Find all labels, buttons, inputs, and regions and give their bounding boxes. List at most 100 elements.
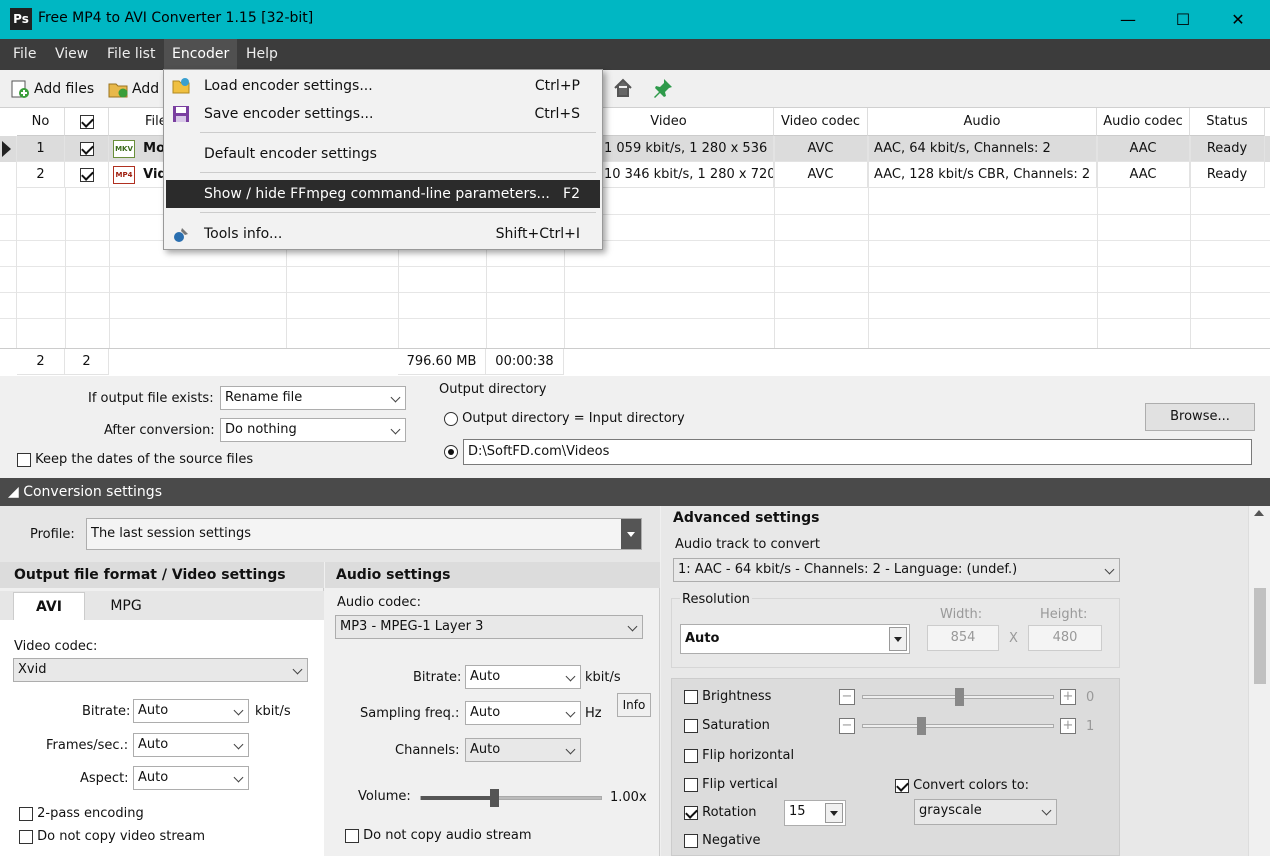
- menu-item-save-encoder-settings[interactable]: Save encoder settings... Ctrl+S: [166, 100, 600, 128]
- no-copy-video-check[interactable]: [19, 829, 33, 844]
- menu-item-show-hide-ffmpeg[interactable]: Show / hide FFmpeg command-line paramete…: [166, 180, 600, 208]
- keep-dates-checkbox[interactable]: Keep the dates of the source files: [17, 452, 253, 467]
- tab-mpg[interactable]: MPG: [90, 592, 162, 620]
- convert-colors-checkbox[interactable]: Convert colors to:: [895, 778, 1029, 793]
- maximize-button[interactable]: ☐: [1160, 0, 1206, 39]
- menu-encoder[interactable]: Encoder: [164, 39, 238, 70]
- flip-vertical-checkbox[interactable]: Flip vertical: [684, 777, 778, 792]
- tab-avi[interactable]: AVI: [13, 592, 85, 620]
- rotation-check[interactable]: [684, 805, 698, 820]
- save-icon: [172, 105, 190, 123]
- row-audio: AAC, 64 kbit/s, Channels: 2: [868, 136, 1097, 162]
- saturation-check[interactable]: [684, 718, 698, 733]
- height-input[interactable]: 480: [1028, 625, 1102, 651]
- saturation-thumb[interactable]: [917, 717, 926, 735]
- row-check[interactable]: [79, 141, 94, 156]
- audio-bitrate-select[interactable]: Auto: [465, 665, 581, 689]
- row-checkbox[interactable]: [65, 136, 109, 162]
- resolution-value: Auto: [685, 631, 720, 646]
- negative-label: Negative: [702, 833, 761, 848]
- menu-file-list[interactable]: File list: [99, 39, 163, 70]
- rotation-dropdown-button[interactable]: [825, 803, 843, 823]
- row-checkbox[interactable]: [65, 162, 109, 188]
- video-bitrate-select[interactable]: Auto: [133, 699, 249, 723]
- negative-checkbox[interactable]: Negative: [684, 833, 760, 848]
- audio-track-select[interactable]: 1: AAC - 64 kbit/s - Channels: 2 - Langu…: [673, 558, 1120, 582]
- profile-dropdown-button[interactable]: [621, 519, 641, 549]
- menu-view[interactable]: View: [47, 39, 96, 70]
- no-copy-video-checkbox[interactable]: Do not copy video stream: [19, 829, 205, 844]
- flip-vertical-check[interactable]: [684, 777, 698, 792]
- output-dir-input[interactable]: D:\SoftFD.com\Videos: [463, 439, 1252, 465]
- add-files-label: Add files: [34, 81, 95, 97]
- fps-select[interactable]: Auto: [133, 733, 249, 757]
- two-pass-checkbox[interactable]: 2-pass encoding: [19, 806, 144, 821]
- brightness-minus-button[interactable]: −: [839, 689, 855, 705]
- flip-horizontal-check[interactable]: [684, 748, 698, 763]
- saturation-plus-button[interactable]: +: [1060, 718, 1076, 734]
- close-button[interactable]: ✕: [1215, 0, 1261, 39]
- audio-codec-select[interactable]: MP3 - MPEG-1 Layer 3: [335, 615, 643, 639]
- convert-colors-select[interactable]: grayscale: [914, 799, 1057, 825]
- home-button[interactable]: [612, 77, 634, 101]
- add-folder-button[interactable]: Add: [108, 77, 159, 101]
- row-check[interactable]: [79, 167, 94, 182]
- saturation-slider[interactable]: [862, 717, 1054, 735]
- two-pass-check[interactable]: [19, 806, 33, 821]
- info-button[interactable]: Info: [617, 693, 651, 717]
- add-files-button[interactable]: Add files: [10, 77, 94, 101]
- video-codec-select[interactable]: Xvid: [13, 658, 308, 682]
- keep-dates-check[interactable]: [17, 452, 31, 467]
- rotation-checkbox[interactable]: Rotation: [684, 805, 757, 820]
- brightness-checkbox[interactable]: Brightness: [684, 689, 771, 704]
- dir-same-radio-dot[interactable]: [444, 411, 458, 426]
- menu-item-tools-info[interactable]: Tools info... Shift+Ctrl+I: [166, 220, 600, 248]
- menu-item-default-encoder-settings[interactable]: Default encoder settings: [166, 140, 600, 168]
- menu-help[interactable]: Help: [238, 39, 286, 70]
- browse-button[interactable]: Browse...: [1145, 403, 1255, 431]
- video-bitrate-value: Auto: [138, 703, 169, 718]
- volume-thumb[interactable]: [490, 789, 499, 807]
- scroll-up-icon[interactable]: [1254, 510, 1264, 516]
- minimize-button[interactable]: —: [1105, 0, 1151, 39]
- menu-item-load-encoder-settings[interactable]: Load encoder settings... Ctrl+P: [166, 72, 600, 100]
- flip-horizontal-checkbox[interactable]: Flip horizontal: [684, 748, 794, 763]
- resolution-select[interactable]: Auto: [680, 624, 910, 654]
- advanced-scrollbar[interactable]: [1248, 506, 1270, 856]
- rotation-select[interactable]: 15: [784, 800, 846, 826]
- after-conversion-value: Do nothing: [225, 422, 297, 437]
- brightness-plus-button[interactable]: +: [1060, 689, 1076, 705]
- after-conversion-select[interactable]: Do nothing: [220, 418, 406, 442]
- aspect-select[interactable]: Auto: [133, 766, 249, 790]
- dir-same-radio[interactable]: Output directory = Input directory: [444, 411, 685, 426]
- col-status[interactable]: Status: [1190, 108, 1265, 136]
- no-copy-audio-checkbox[interactable]: Do not copy audio stream: [345, 828, 532, 843]
- col-no[interactable]: No: [17, 108, 65, 136]
- col-audio-codec[interactable]: Audio codec: [1097, 108, 1190, 136]
- scroll-thumb[interactable]: [1254, 588, 1266, 684]
- no-copy-audio-check[interactable]: [345, 828, 359, 843]
- col-audio[interactable]: Audio: [868, 108, 1097, 136]
- check-all-checkbox[interactable]: [79, 114, 94, 129]
- dir-custom-radio-dot[interactable]: [444, 444, 458, 459]
- saturation-checkbox[interactable]: Saturation: [684, 718, 770, 733]
- col-check[interactable]: [65, 108, 109, 136]
- menu-file[interactable]: File: [5, 39, 44, 70]
- width-input[interactable]: 854: [927, 625, 999, 651]
- dir-custom-radio[interactable]: [444, 444, 458, 459]
- conversion-settings-bar[interactable]: ◢ Conversion settings: [0, 478, 1270, 506]
- saturation-minus-button[interactable]: −: [839, 718, 855, 734]
- volume-slider[interactable]: [420, 789, 602, 807]
- negative-check[interactable]: [684, 833, 698, 848]
- profile-select[interactable]: The last session settings: [86, 518, 642, 550]
- if-exists-select[interactable]: Rename file: [220, 386, 406, 410]
- channels-select[interactable]: Auto: [465, 738, 581, 762]
- resolution-dropdown-button[interactable]: [889, 627, 907, 651]
- sampling-freq-select[interactable]: Auto: [465, 701, 581, 725]
- pin-button[interactable]: [652, 77, 674, 101]
- brightness-slider[interactable]: [862, 688, 1054, 706]
- col-video-codec[interactable]: Video codec: [774, 108, 868, 136]
- brightness-thumb[interactable]: [955, 688, 964, 706]
- brightness-check[interactable]: [684, 689, 698, 704]
- convert-colors-check[interactable]: [895, 778, 909, 793]
